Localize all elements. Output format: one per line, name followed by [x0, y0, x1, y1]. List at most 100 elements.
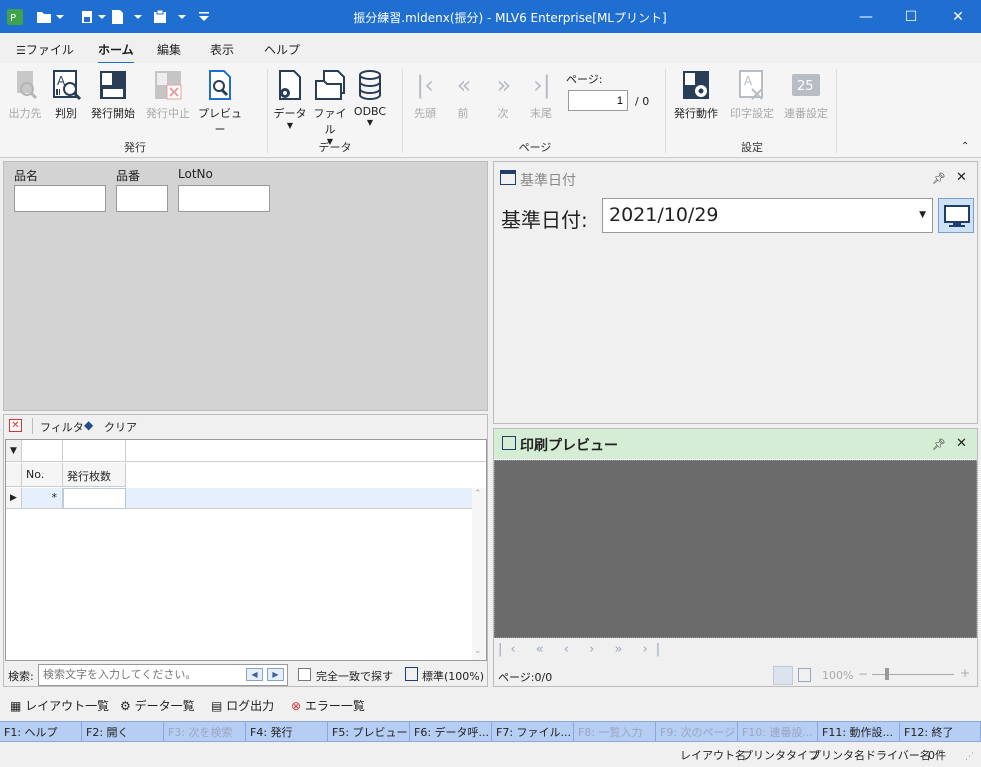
- status-count: 0件: [928, 749, 946, 762]
- fkey-2[interactable]: F2: 開く: [82, 722, 164, 741]
- clipboard-quick-icon[interactable]: [152, 8, 188, 26]
- new-row-count-cell[interactable]: [63, 488, 126, 509]
- zoom-in-icon[interactable]: +: [960, 666, 970, 680]
- customize-quick-access-icon[interactable]: [198, 8, 210, 26]
- fkey-12[interactable]: F12: 終了: [900, 722, 981, 741]
- stop-issue-button[interactable]: 発行中止: [142, 69, 194, 121]
- page-number-input[interactable]: [568, 90, 628, 111]
- export-quick-icon[interactable]: [110, 8, 142, 26]
- column-header-no[interactable]: No.: [22, 463, 63, 487]
- tab-error-list[interactable]: ⊗ エラー一覧: [291, 697, 365, 714]
- page-label: ページ:: [566, 73, 603, 86]
- scroll-up-icon[interactable]: ⌃: [474, 489, 482, 499]
- panel-close-icon[interactable]: ✕: [956, 170, 967, 185]
- distinguish-button[interactable]: A 判別: [48, 69, 84, 121]
- column-header-count[interactable]: 発行枚数: [63, 463, 126, 487]
- maximize-button[interactable]: ☐: [888, 0, 934, 33]
- first-page-icon: |‹: [416, 71, 434, 99]
- page-group-label: ページ: [518, 141, 552, 154]
- last-page-button[interactable]: ›| 末尾: [526, 69, 556, 121]
- scroll-down-icon[interactable]: ⌄: [474, 646, 482, 656]
- page-view-icon[interactable]: [798, 668, 811, 682]
- product-no-input[interactable]: [116, 185, 168, 212]
- zoom-out-icon[interactable]: −: [858, 667, 868, 681]
- printer-gear-icon: [680, 69, 712, 101]
- preview-nav-icons[interactable]: |‹ « ‹ › » ›|: [498, 642, 668, 657]
- search-next-icon[interactable]: ▶: [267, 668, 284, 681]
- start-issue-button[interactable]: 発行開始: [88, 69, 138, 121]
- tab-data-list[interactable]: ⚙ データ一覧: [120, 697, 195, 714]
- tab-layout-list[interactable]: ▦ レイアウト一覧: [10, 697, 109, 714]
- search-prev-icon[interactable]: ◀: [246, 668, 263, 681]
- filter-cell-no[interactable]: [22, 440, 63, 462]
- database-icon: [354, 69, 386, 101]
- grid-view-icon[interactable]: [773, 666, 793, 685]
- ribbon-separator: [402, 69, 403, 153]
- next-page-button[interactable]: » 次: [488, 69, 518, 121]
- collapse-ribbon-icon[interactable]: ⌃: [961, 141, 969, 152]
- menu-help[interactable]: ヘルプ: [264, 41, 300, 58]
- menu-view[interactable]: 表示: [210, 41, 234, 58]
- grid-vertical-scrollbar[interactable]: [472, 488, 486, 660]
- new-row-no-cell[interactable]: *: [22, 488, 63, 509]
- serial-settings-button[interactable]: 25 連番設定: [780, 69, 832, 121]
- odbc-button[interactable]: ODBC ▼: [352, 69, 388, 127]
- printer-quick-icon[interactable]: [80, 8, 108, 26]
- close-filter-icon[interactable]: ✕: [9, 419, 22, 432]
- ribbon: 出力先 A 判別 発行開始 発行中止 プレビュー 発行 データ ▼ ファイル ▼…: [0, 63, 981, 158]
- fkey-3[interactable]: F3: 次を検索: [164, 722, 246, 741]
- svg-text:P: P: [10, 13, 16, 24]
- app-icon: P: [6, 8, 24, 26]
- output-dest-button[interactable]: 出力先: [4, 69, 46, 121]
- menu-edit[interactable]: 編集: [157, 41, 181, 58]
- print-settings-button[interactable]: A 印字設定: [726, 69, 778, 121]
- first-page-button[interactable]: |‹ 先頭: [408, 69, 442, 121]
- new-row-fill: [126, 488, 472, 509]
- pin-icon[interactable]: 📌︎: [932, 172, 946, 185]
- preview-pin-icon[interactable]: 📌︎: [932, 438, 946, 451]
- base-date-dropdown[interactable]: 2021/10/29 ▼: [602, 198, 933, 233]
- serial-number-icon: 25: [790, 69, 822, 101]
- open-folder-icon[interactable]: [36, 8, 64, 26]
- data-button[interactable]: データ ▼: [272, 69, 308, 130]
- fkey-1[interactable]: F1: ヘルプ: [0, 722, 82, 741]
- issue-action-button[interactable]: 発行動作: [670, 69, 722, 121]
- tab-log-output[interactable]: ▤ ログ出力: [211, 697, 274, 714]
- fkey-6[interactable]: F6: データ呼...: [410, 722, 492, 741]
- preview-canvas[interactable]: [494, 460, 977, 638]
- error-document-icon: ⊗: [291, 699, 302, 713]
- file-button[interactable]: ファイル ▼: [310, 69, 350, 146]
- fkey-8[interactable]: F8: 一覧入力: [574, 722, 656, 741]
- filter-button[interactable]: フィルタ: [40, 419, 84, 435]
- lot-no-label: LotNo: [178, 167, 213, 181]
- minimize-button[interactable]: —: [843, 0, 889, 33]
- fkey-4[interactable]: F4: 発行: [246, 722, 328, 741]
- clear-button[interactable]: クリア: [104, 419, 137, 435]
- fkey-5[interactable]: F5: プレビュー: [328, 722, 410, 741]
- fkey-7[interactable]: F7: ファイル...: [492, 722, 574, 741]
- zoom-slider-thumb[interactable]: [885, 668, 889, 680]
- svg-text:A: A: [744, 74, 753, 88]
- resize-grip-icon[interactable]: ⋰: [965, 752, 974, 762]
- monitor-button[interactable]: [938, 198, 974, 233]
- menu-file[interactable]: ☰ファイル: [16, 41, 74, 58]
- menu-home[interactable]: ホーム: [98, 41, 134, 64]
- svg-text:25: 25: [797, 79, 814, 94]
- fkey-10[interactable]: F10: 連番設...: [738, 722, 818, 741]
- standard-zoom-label[interactable]: 標準(100%): [422, 668, 484, 684]
- eraser-icon: ◆: [84, 418, 94, 432]
- prev-page-button[interactable]: « 前: [448, 69, 478, 121]
- close-button[interactable]: ✕: [935, 0, 981, 33]
- fkey-11[interactable]: F11: 動作設...: [818, 722, 900, 741]
- preview-close-icon[interactable]: ✕: [956, 436, 967, 451]
- settings-group-label: 設定: [741, 141, 763, 154]
- preview-button[interactable]: プレビュー: [196, 69, 244, 137]
- exact-match-checkbox[interactable]: [298, 668, 311, 681]
- print-preview-title: 印刷プレビュー: [520, 438, 618, 454]
- exact-match-label: 完全一致で探す: [316, 670, 393, 683]
- filter-cell-count[interactable]: [63, 440, 126, 462]
- file-folder-icon: [314, 69, 346, 101]
- fkey-9[interactable]: F9: 次のページ: [656, 722, 738, 741]
- lot-no-input[interactable]: [178, 185, 270, 212]
- product-name-input[interactable]: [14, 185, 106, 212]
